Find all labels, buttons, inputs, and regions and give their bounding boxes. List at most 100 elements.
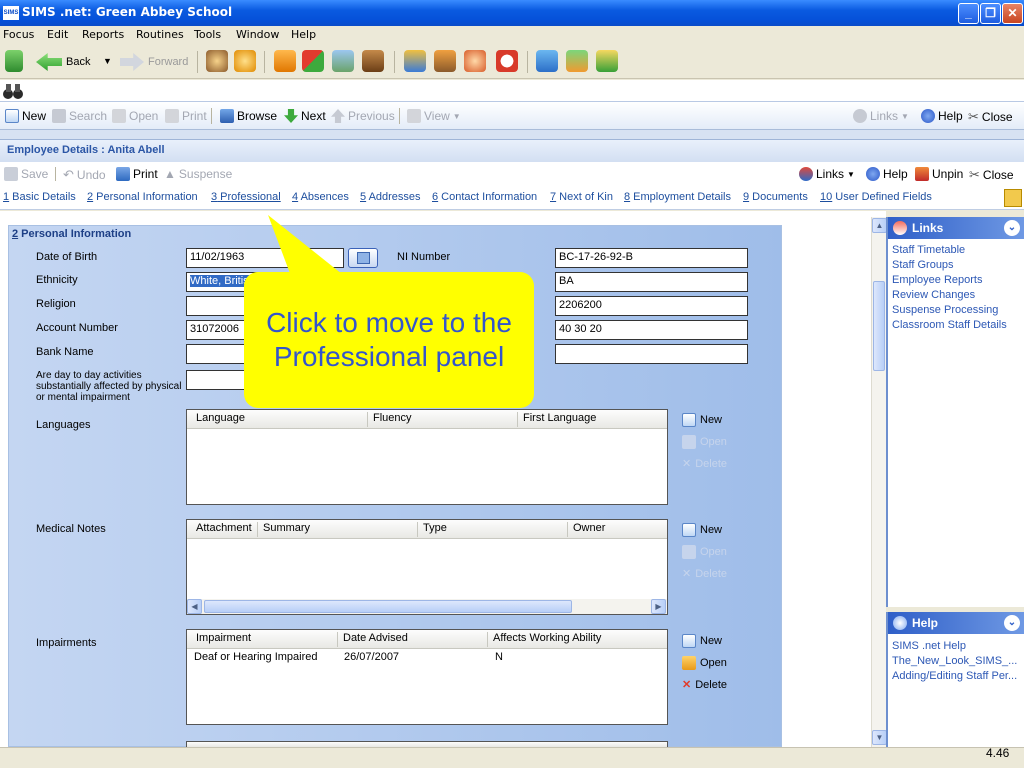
scroll-thumb[interactable]	[873, 281, 885, 371]
medical-open-button[interactable]: Open	[682, 545, 727, 559]
help-link-adding-editing-staff[interactable]: Adding/Editing Staff Per...	[892, 670, 1022, 682]
reference-field[interactable]: 2206200	[555, 296, 748, 316]
scroll-thumb[interactable]	[204, 600, 572, 613]
previous-button[interactable]: Previous	[331, 109, 395, 123]
dob-field[interactable]: 11/02/1963	[186, 248, 344, 268]
column-header[interactable]: Date Advised	[337, 632, 408, 647]
detail-close-button[interactable]: ✂ Close	[969, 167, 1014, 183]
sort-code-field[interactable]: 40 30 20	[555, 320, 748, 340]
medical-new-button[interactable]: New	[682, 523, 722, 537]
help-link-sims-net[interactable]: SIMS .net Help	[892, 640, 1022, 652]
staff-person-icon[interactable]	[234, 50, 256, 72]
link-review-changes[interactable]: Review Changes	[892, 289, 1022, 301]
browse-button[interactable]: Browse	[220, 109, 277, 123]
medical-notes-grid[interactable]: Attachment Summary Type Owner ◀ ▶	[186, 519, 668, 615]
back-dropdown-icon[interactable]: ▼	[103, 56, 112, 66]
search-button[interactable]: Search	[52, 109, 107, 123]
link-classroom-staff-details[interactable]: Classroom Staff Details	[892, 319, 1022, 331]
menu-tools[interactable]: Tools	[194, 28, 221, 41]
scroll-right-icon[interactable]: ▶	[651, 599, 666, 614]
ni-number-field[interactable]: BC-17-26-92-B	[555, 248, 748, 268]
menu-routines[interactable]: Routines	[136, 28, 184, 41]
export-icon[interactable]	[536, 50, 558, 72]
languages-grid[interactable]: Language Fluency First Language	[186, 409, 668, 505]
open-button[interactable]: Open	[112, 109, 158, 123]
medical-delete-button[interactable]: ✕ Delete	[682, 567, 727, 581]
import-icon[interactable]	[566, 50, 588, 72]
menu-focus[interactable]: Focus	[3, 28, 34, 41]
links-menu-button[interactable]: Links ▼	[853, 109, 909, 123]
forward-button[interactable]: Forward	[148, 56, 188, 68]
assessment-icon[interactable]	[404, 50, 426, 72]
scroll-left-icon[interactable]: ◀	[187, 599, 202, 614]
minimize-button[interactable]: _	[958, 3, 979, 24]
detail-links-button[interactable]: Links ▼	[799, 167, 855, 181]
view-button[interactable]: View ▼	[407, 109, 461, 123]
column-header[interactable]: Attachment	[191, 522, 252, 537]
transfer-icon[interactable]	[596, 50, 618, 72]
forward-arrow-icon[interactable]	[120, 53, 144, 71]
new-button[interactable]: New	[5, 109, 46, 123]
column-header[interactable]: Language	[191, 412, 245, 427]
menu-reports[interactable]: Reports	[82, 28, 124, 41]
binoculars-icon[interactable]	[2, 82, 24, 100]
column-header[interactable]: First Language	[517, 412, 596, 427]
column-header[interactable]: Owner	[567, 522, 605, 537]
link-staff-timetable[interactable]: Staff Timetable	[892, 244, 1022, 256]
scroll-up-icon[interactable]: ▲	[872, 218, 887, 233]
column-header[interactable]: Summary	[257, 522, 310, 537]
empty-field[interactable]	[555, 344, 748, 364]
clock-icon[interactable]	[496, 50, 518, 72]
horizontal-scrollbar[interactable]: ◀ ▶	[187, 599, 667, 614]
close-button[interactable]: ✂ Close	[968, 109, 1013, 125]
column-header[interactable]: Impairment	[191, 632, 251, 647]
links-panel-header[interactable]: Links ⌄	[888, 217, 1024, 239]
column-header[interactable]: Affects Working Ability	[487, 632, 601, 647]
save-button[interactable]: Save	[4, 167, 48, 181]
languages-open-button[interactable]: Open	[682, 435, 727, 449]
restore-button[interactable]: ❐	[980, 3, 1001, 24]
column-header[interactable]: Type	[417, 522, 447, 537]
back-arrow-icon[interactable]	[36, 53, 62, 71]
languages-delete-button[interactable]: ✕ Delete	[682, 457, 727, 471]
tab-documents[interactable]: 9 Documents	[743, 191, 808, 203]
impairments-delete-button[interactable]: ✕ Delete	[682, 678, 727, 692]
calendar-button[interactable]	[348, 248, 378, 268]
next-button[interactable]: Next	[284, 109, 326, 123]
report-chart-icon[interactable]	[332, 50, 354, 72]
pupils-group-icon[interactable]	[206, 50, 228, 72]
detail-help-button[interactable]: Help	[866, 167, 908, 181]
swap-panel-icon[interactable]	[1004, 189, 1022, 207]
back-button[interactable]: Back	[66, 56, 90, 68]
scroll-down-icon[interactable]: ▼	[872, 730, 887, 745]
link-staff-groups[interactable]: Staff Groups	[892, 259, 1022, 271]
menu-help[interactable]: Help	[291, 28, 316, 41]
bookshelf-icon[interactable]	[362, 50, 384, 72]
tab-personal-information[interactable]: 2 Personal Information	[87, 191, 198, 203]
print-button[interactable]: Print	[165, 109, 207, 123]
tab-professional[interactable]: 3 Professional	[211, 191, 281, 203]
chevron-collapse-icon[interactable]: ⌄	[1004, 220, 1020, 236]
help-panel-header[interactable]: Help ⌄	[888, 612, 1024, 634]
table-row[interactable]: Deaf or Hearing Impaired 26/07/2007 N	[187, 650, 667, 666]
impairments-grid[interactable]: Impairment Date Advised Affects Working …	[186, 629, 668, 725]
suspense-button[interactable]: ▲ Suspense	[164, 167, 232, 181]
chevron-collapse-icon[interactable]: ⌄	[1004, 615, 1020, 631]
swap-arrows-icon[interactable]	[5, 50, 23, 72]
tab-user-defined-fields[interactable]: 10 User Defined Fields	[820, 191, 932, 203]
detail-print-button[interactable]: Print	[116, 167, 158, 181]
tab-employment-details[interactable]: 8 Employment Details	[624, 191, 731, 203]
undo-button[interactable]: ↶ Undo	[63, 167, 106, 183]
tab-next-of-kin[interactable]: 7 Next of Kin	[550, 191, 613, 203]
tab-basic-details[interactable]: 1 Basic Details	[3, 191, 76, 203]
help-button[interactable]: Help	[921, 109, 963, 123]
teacher-board-icon[interactable]	[434, 50, 456, 72]
flags-icon[interactable]	[302, 50, 324, 72]
help-link-new-look[interactable]: The_New_Look_SIMS_...	[892, 655, 1022, 667]
qualification-field[interactable]: BA	[555, 272, 748, 292]
tab-contact-information[interactable]: 6 Contact Information	[432, 191, 537, 203]
unpin-button[interactable]: Unpin	[915, 167, 963, 181]
person-info-icon[interactable]	[464, 50, 486, 72]
impairments-open-button[interactable]: Open	[682, 656, 727, 670]
tab-absences[interactable]: 4 Absences	[292, 191, 349, 203]
